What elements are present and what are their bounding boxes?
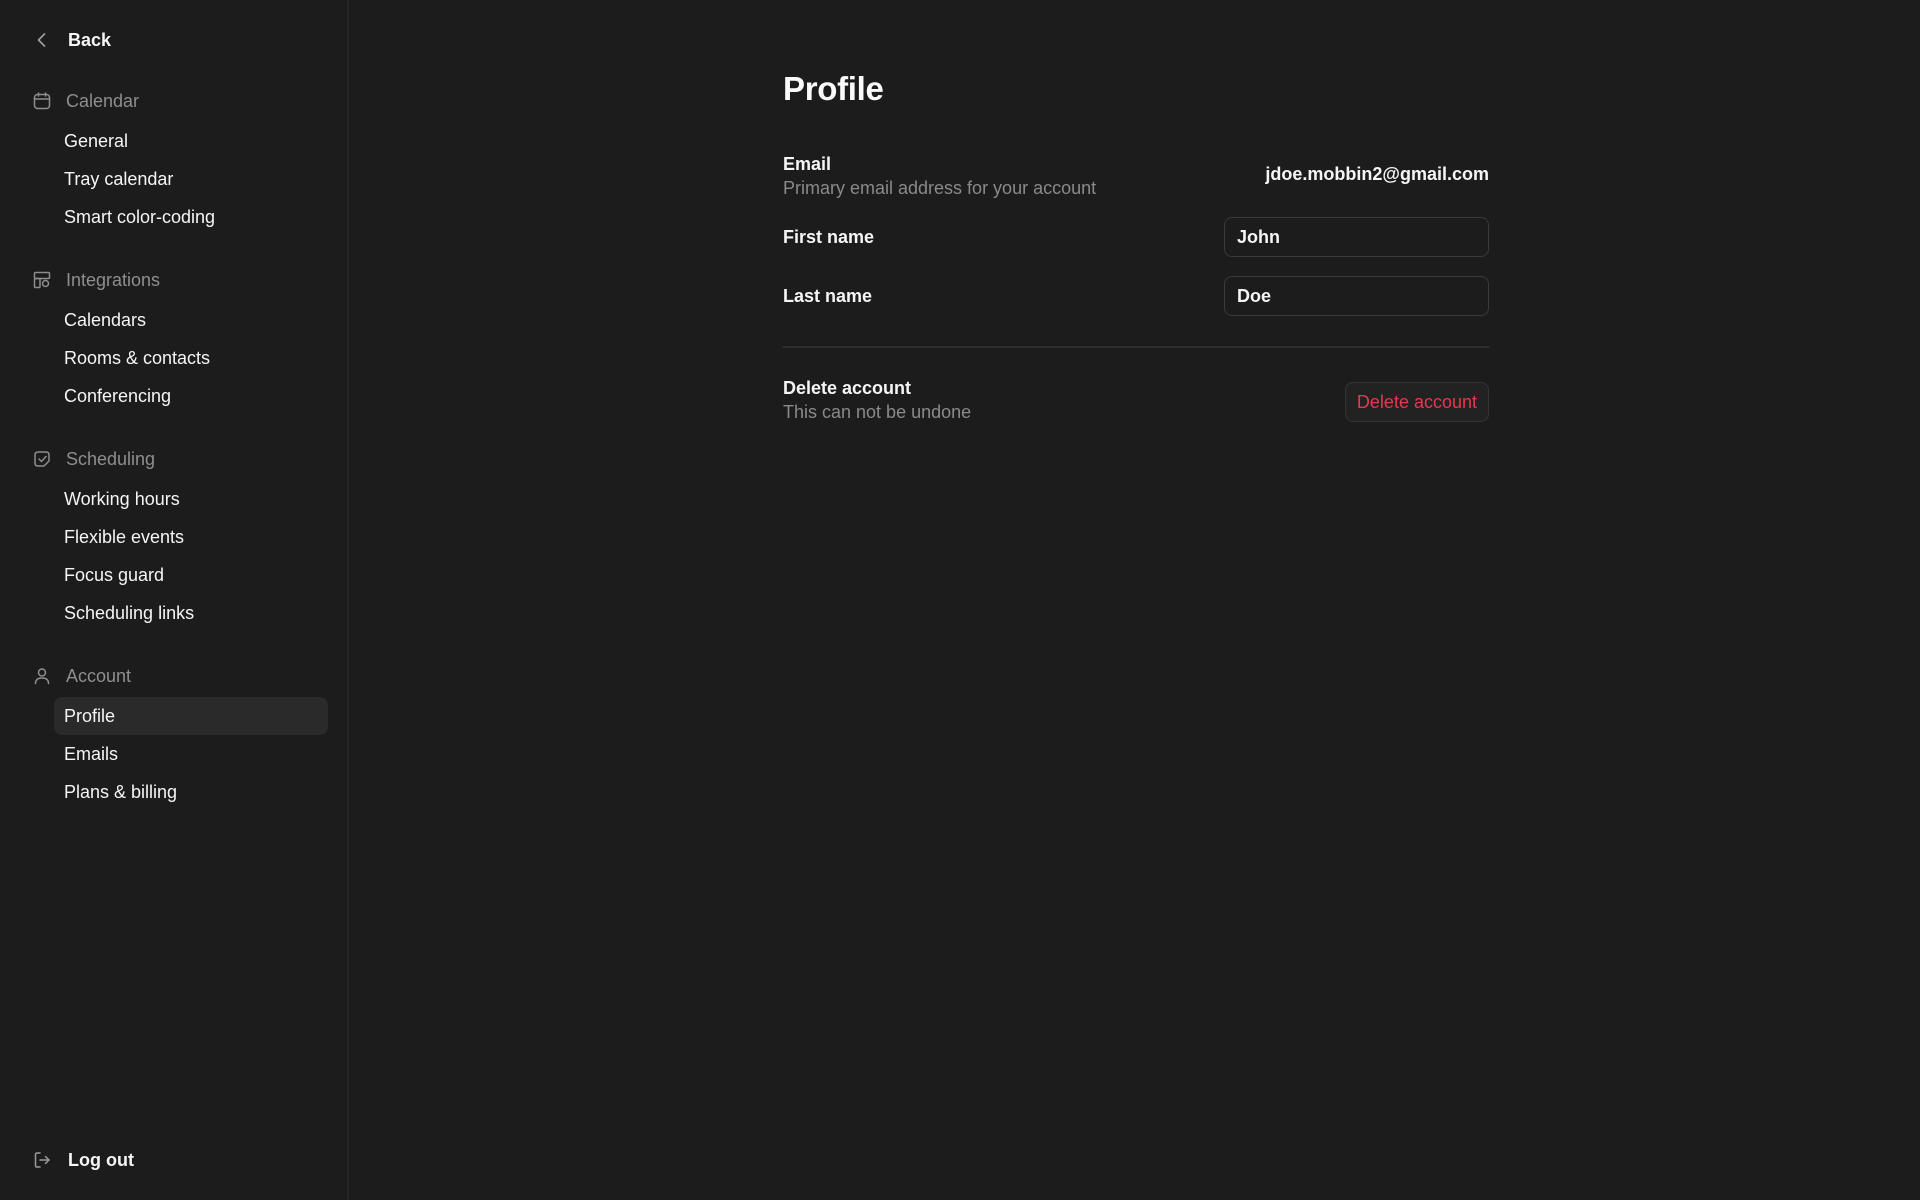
sidebar-item-tray-calendar[interactable]: Tray calendar: [54, 160, 328, 198]
sidebar-section-scheduling: Scheduling Working hours Flexible events…: [30, 444, 330, 632]
integrations-icon: [30, 268, 54, 292]
back-button[interactable]: Back: [30, 26, 111, 54]
back-label: Back: [68, 29, 112, 50]
delete-account-button[interactable]: Delete account: [1344, 382, 1489, 422]
last-name-row: Last name: [783, 275, 1489, 317]
sidebar-section-header: Account: [30, 661, 330, 691]
first-name-row: First name: [783, 216, 1489, 258]
sidebar-item-plans-billing[interactable]: Plans & billing: [54, 773, 328, 811]
sidebar-item-focus-guard[interactable]: Focus guard: [54, 556, 328, 594]
sidebar-item-smart-color-coding[interactable]: Smart color-coding: [54, 198, 328, 236]
sidebar-item-conferencing[interactable]: Conferencing: [54, 377, 328, 415]
sidebar-item-working-hours[interactable]: Working hours: [54, 480, 328, 518]
email-row: Email Primary email address for your acc…: [783, 154, 1489, 200]
sidebar-item-emails[interactable]: Emails: [54, 735, 328, 773]
calendar-icon: [30, 89, 54, 113]
page-title: Profile: [783, 70, 884, 107]
sidebar: Back Calendar General Tray calendar Smar…: [0, 0, 349, 1200]
chevron-left-icon: [30, 28, 54, 52]
sidebar-section-title: Scheduling: [66, 448, 156, 469]
email-value: jdoe.mobbin2@gmail.com: [1265, 164, 1489, 184]
sidebar-item-flexible-events[interactable]: Flexible events: [54, 518, 328, 556]
sidebar-item-rooms-contacts[interactable]: Rooms & contacts: [54, 339, 328, 377]
sidebar-item-calendars[interactable]: Calendars: [54, 301, 328, 339]
sidebar-item-profile[interactable]: Profile: [54, 697, 328, 735]
sidebar-section-header: Calendar: [30, 86, 330, 116]
sidebar-section-account: Account Profile Emails Plans & billing: [30, 661, 330, 811]
sidebar-section-header: Scheduling: [30, 444, 330, 474]
logout-icon: [30, 1148, 54, 1172]
delete-account-row: Delete account This can not be undone De…: [783, 378, 1489, 426]
user-icon: [30, 664, 54, 688]
sidebar-section-title: Account: [66, 665, 132, 686]
settings-app: Back Calendar General Tray calendar Smar…: [0, 0, 1920, 1200]
first-name-input[interactable]: [1224, 217, 1489, 257]
sidebar-section-header: Integrations: [30, 265, 330, 295]
sidebar-section-integrations: Integrations Calendars Rooms & contacts …: [30, 265, 330, 415]
sidebar-item-general[interactable]: General: [54, 122, 328, 160]
logout-button[interactable]: Log out: [30, 1146, 134, 1174]
scheduling-icon: [30, 447, 54, 471]
sidebar-section-calendar: Calendar General Tray calendar Smart col…: [30, 86, 330, 236]
sidebar-section-title: Calendar: [66, 90, 140, 111]
last-name-input[interactable]: [1224, 276, 1489, 316]
sidebar-item-scheduling-links[interactable]: Scheduling links: [54, 594, 328, 632]
sidebar-section-title: Integrations: [66, 269, 161, 290]
logout-label: Log out: [68, 1149, 134, 1170]
divider: [783, 346, 1489, 348]
